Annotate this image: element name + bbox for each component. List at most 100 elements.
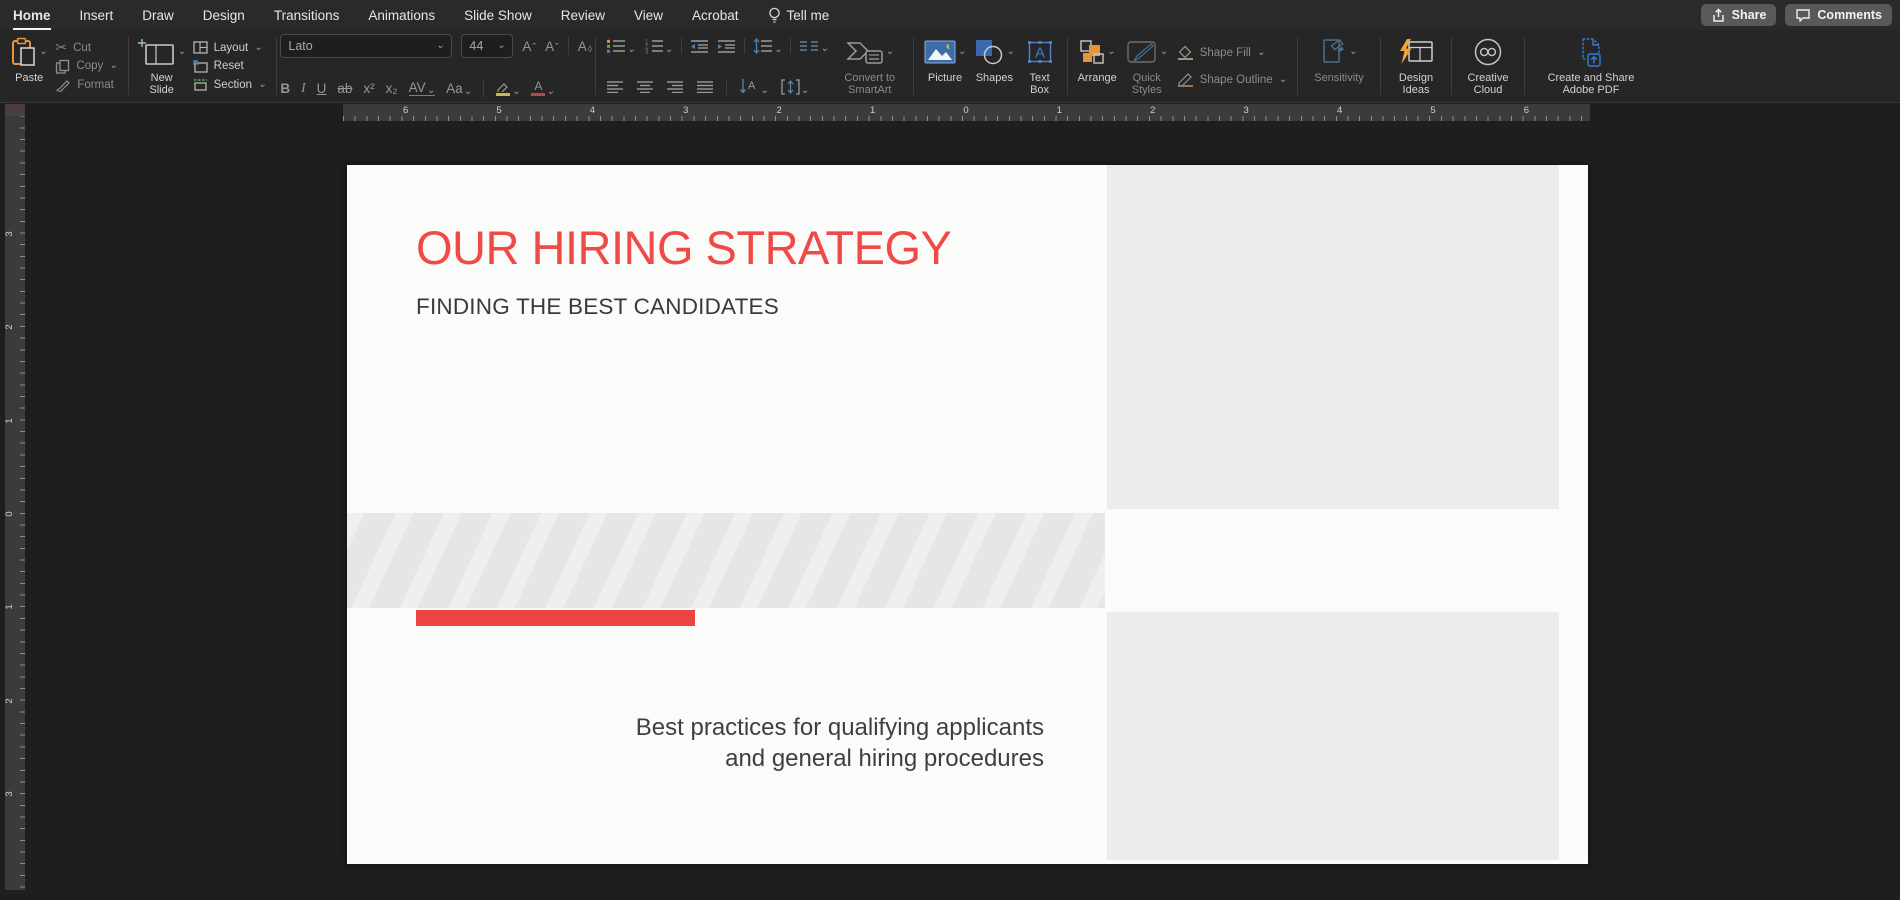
menu-acrobat[interactable]: Acrobat xyxy=(692,0,739,30)
align-center-button[interactable] xyxy=(636,80,654,93)
menu-animations[interactable]: Animations xyxy=(368,0,435,30)
ruler-number: 2 xyxy=(4,325,15,330)
menu-review[interactable]: Review xyxy=(561,0,605,30)
share-button[interactable]: Share xyxy=(1701,4,1777,26)
group-divider xyxy=(128,37,129,95)
layout-button[interactable]: Layout xyxy=(193,39,267,56)
slide-image-band[interactable] xyxy=(347,513,1105,608)
quick-styles-chevron[interactable] xyxy=(1160,48,1168,56)
lightbulb-icon xyxy=(768,7,781,24)
font-color-button[interactable]: A xyxy=(531,81,554,96)
shapes-button[interactable]: Shapes xyxy=(974,34,1014,100)
sensitivity-button[interactable]: Sensitivity xyxy=(1308,34,1370,100)
ruler-number: 3 xyxy=(1244,105,1249,116)
character-spacing-button[interactable]: AV xyxy=(409,80,435,96)
section-button[interactable]: Section xyxy=(193,76,267,93)
arrange-chevron[interactable] xyxy=(1107,48,1115,56)
new-slide-dropdown-chevron[interactable] xyxy=(177,48,185,56)
numbering-button[interactable]: 123 xyxy=(644,38,673,54)
section-dropdown-chevron[interactable] xyxy=(258,81,266,89)
slide-gray-panel-top-right[interactable] xyxy=(1107,165,1559,509)
menu-slide-show[interactable]: Slide Show xyxy=(464,0,532,30)
menu-draw[interactable]: Draw xyxy=(142,0,174,30)
paste-button[interactable]: Paste xyxy=(11,34,47,100)
clear-formatting-button[interactable]: A xyxy=(578,39,592,54)
cut-button[interactable]: Cut xyxy=(55,39,117,56)
paste-dropdown-chevron[interactable] xyxy=(39,48,47,56)
svg-text:3: 3 xyxy=(645,50,649,55)
mini-divider xyxy=(483,79,484,97)
horizontal-ruler[interactable]: 6543210123456 xyxy=(343,104,1590,121)
group-divider xyxy=(1524,37,1525,95)
ruler-number: 3 xyxy=(683,105,688,116)
creative-cloud-button[interactable]: Creative Cloud xyxy=(1462,34,1514,100)
columns-button[interactable] xyxy=(799,39,828,53)
align-text-icon xyxy=(781,79,800,95)
scissors-icon xyxy=(55,39,67,57)
menu-transitions[interactable]: Transitions xyxy=(274,0,340,30)
share-label: Share xyxy=(1732,8,1767,22)
sensitivity-label: Sensitivity xyxy=(1314,72,1364,84)
ruler-number: 4 xyxy=(590,105,595,116)
picture-button[interactable]: Picture xyxy=(924,34,966,100)
align-text-button[interactable] xyxy=(781,79,809,95)
copy-dropdown-chevron[interactable] xyxy=(109,62,117,70)
line-spacing-button[interactable] xyxy=(753,38,782,54)
slide-title[interactable]: OUR HIRING STRATEGY xyxy=(416,222,951,274)
text-box-button[interactable]: A Text Box xyxy=(1023,34,1057,100)
underline-button[interactable]: U xyxy=(317,81,327,96)
text-direction-button[interactable]: A xyxy=(739,78,768,95)
slide-body-text[interactable]: Best practices for qualifying applicants… xyxy=(636,712,1044,774)
new-slide-button[interactable]: New Slide xyxy=(139,34,185,100)
slide-subtitle[interactable]: FINDING THE BEST CANDIDATES xyxy=(416,294,779,320)
shape-outline-button[interactable]: Shape Outline xyxy=(1177,71,1287,88)
increase-font-size-button[interactable]: A xyxy=(522,39,536,54)
text-highlight-button[interactable] xyxy=(495,81,520,96)
vertical-ruler[interactable]: 3210123 xyxy=(5,104,25,890)
align-right-button[interactable] xyxy=(666,80,684,93)
bullets-button[interactable] xyxy=(606,38,635,54)
italic-button[interactable]: I xyxy=(301,80,306,96)
slide-body-line-1: Best practices for qualifying applicants xyxy=(636,712,1044,743)
comments-button[interactable]: Comments xyxy=(1785,4,1892,26)
superscript-button[interactable]: x² xyxy=(363,81,374,96)
arrange-button[interactable]: Arrange xyxy=(1078,34,1117,100)
shape-fill-button[interactable]: Shape Fill xyxy=(1177,44,1287,61)
picture-chevron[interactable] xyxy=(958,48,966,56)
sensitivity-chevron[interactable] xyxy=(1349,48,1357,56)
tell-me-label: Tell me xyxy=(787,8,830,23)
layout-dropdown-chevron[interactable] xyxy=(254,44,262,52)
svg-text:A: A xyxy=(748,80,756,92)
menu-tell-me[interactable]: Tell me xyxy=(768,7,830,24)
slide-gray-panel-bottom-right[interactable] xyxy=(1107,612,1559,860)
font-name-select[interactable]: Lato xyxy=(280,34,452,58)
font-size-select[interactable]: 44 xyxy=(461,34,513,58)
decrease-font-size-button[interactable]: A xyxy=(545,39,559,54)
change-case-button[interactable]: Aa xyxy=(446,81,472,96)
reset-button[interactable]: Reset xyxy=(193,58,267,75)
menu-home[interactable]: Home xyxy=(13,0,51,30)
bold-button[interactable]: B xyxy=(280,81,290,96)
menu-insert[interactable]: Insert xyxy=(80,0,114,30)
justify-icon xyxy=(696,80,714,93)
menu-design[interactable]: Design xyxy=(203,0,245,30)
copy-button[interactable]: Copy xyxy=(55,58,117,75)
shapes-chevron[interactable] xyxy=(1006,48,1014,56)
increase-indent-button[interactable] xyxy=(717,39,736,53)
text-box-icon: A xyxy=(1026,39,1054,65)
slide-accent-bar[interactable] xyxy=(416,610,695,626)
design-ideas-button[interactable]: Design Ideas xyxy=(1391,34,1441,100)
menu-view[interactable]: View xyxy=(634,0,663,30)
align-left-button[interactable] xyxy=(606,80,624,93)
slide[interactable]: OUR HIRING STRATEGY FINDING THE BEST CAN… xyxy=(347,165,1588,864)
format-painter-button[interactable]: Format xyxy=(55,76,117,93)
design-ideas-icon xyxy=(1398,38,1434,66)
justify-button[interactable] xyxy=(696,80,714,93)
strikethrough-button[interactable]: ab xyxy=(337,81,352,96)
quick-styles-button[interactable]: Quick Styles xyxy=(1125,34,1169,100)
shape-fill-icon xyxy=(1177,45,1194,60)
create-share-pdf-button[interactable]: Create and Share Adobe PDF xyxy=(1535,34,1647,100)
subscript-button[interactable]: x₂ xyxy=(386,81,398,96)
decrease-indent-button[interactable] xyxy=(690,39,709,53)
convert-smartart-button[interactable]: Convert to SmartArt xyxy=(837,34,903,100)
